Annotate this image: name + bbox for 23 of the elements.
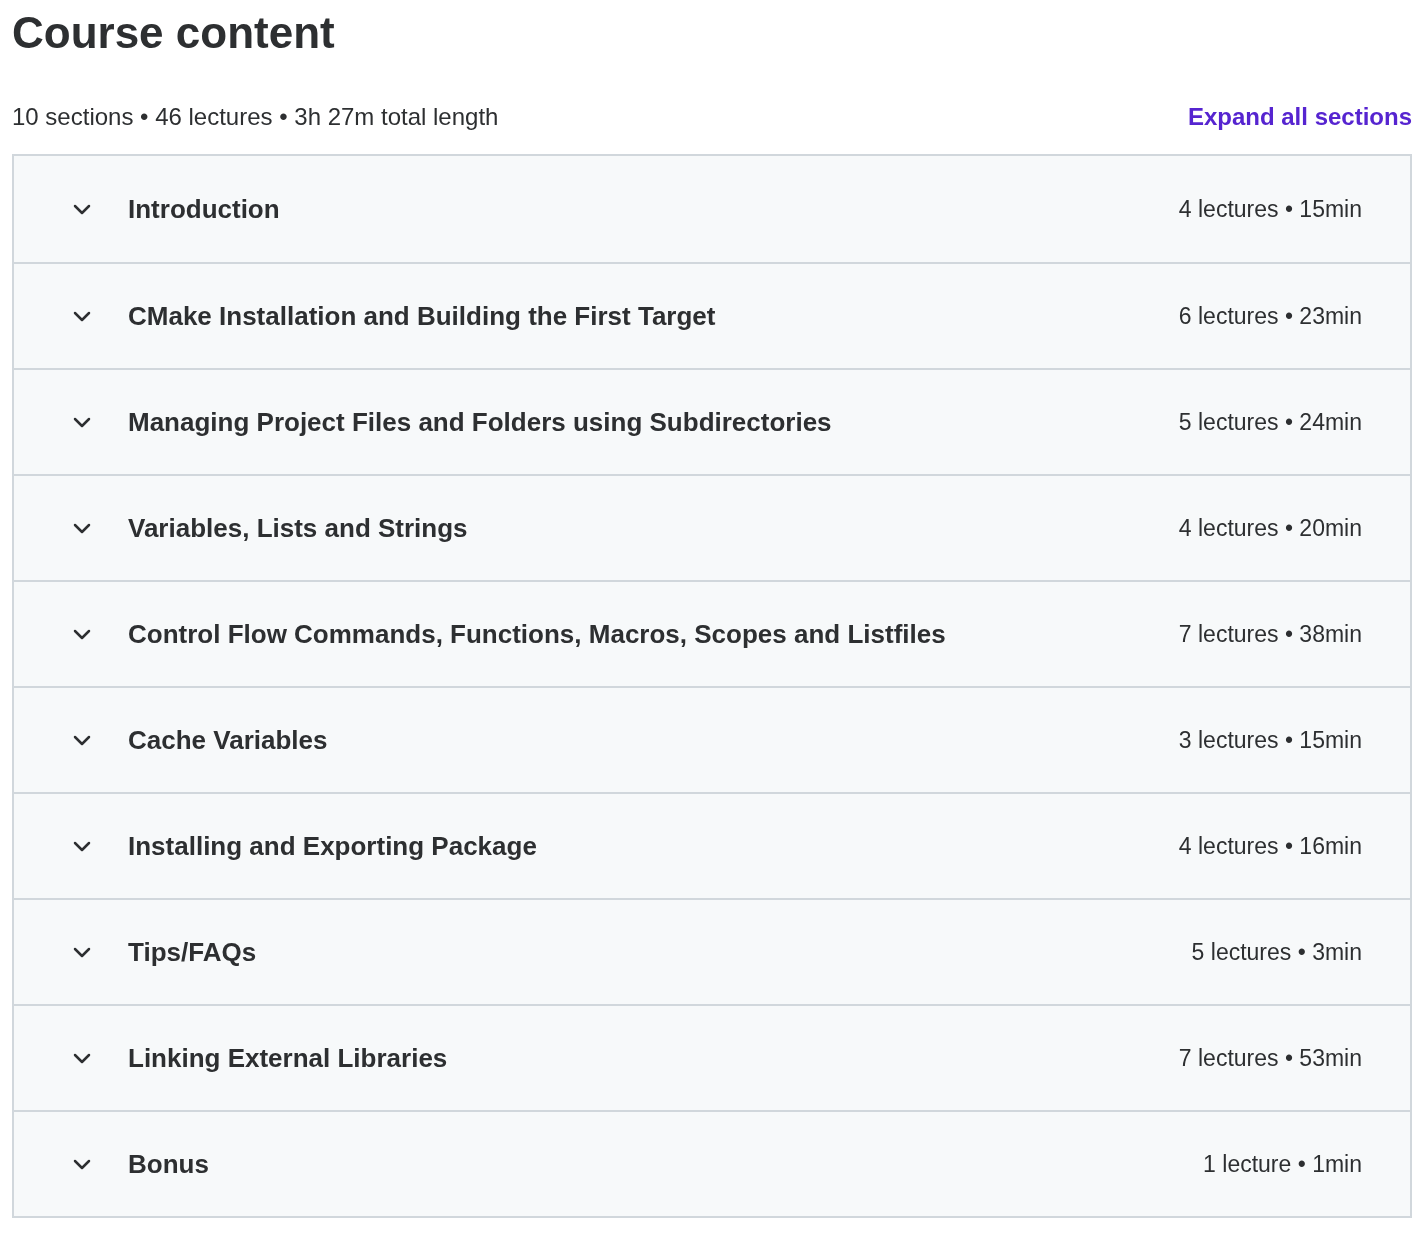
section-meta: 6 lectures • 23min [1178,301,1362,331]
section-meta: 1 lecture • 1min [1203,1149,1362,1179]
course-summary: 10 sections • 46 lectures • 3h 27m total length [12,102,499,132]
section-meta: 5 lectures • 3min [1191,937,1362,967]
section-meta: 4 lectures • 20min [1178,513,1362,543]
section-title: Variables, Lists and Strings [128,511,468,545]
section-title: Managing Project Files and Folders using Subdirectories [128,405,832,439]
section-meta: 7 lectures • 38min [1178,619,1362,649]
section-title: Linking External Libraries [128,1041,448,1075]
section-meta: 7 lectures • 53min [1178,1043,1362,1073]
section-meta: 4 lectures • 16min [1178,831,1362,861]
section-meta: 3 lectures • 15min [1178,725,1362,755]
section-meta: 4 lectures • 15min [1178,194,1362,224]
page-title: Course content [12,7,335,59]
section-title: Installing and Exporting Package [128,829,537,863]
section-title: Control Flow Commands, Functions, Macros, Scopes and Listfiles [128,617,946,651]
section-title: Tips/FAQs [128,935,257,969]
expand-all-link[interactable]: Expand all sections [1187,99,1412,135]
section-title: Bonus [128,1147,209,1181]
section-title: Introduction [128,192,280,226]
section-title: Cache Variables [128,723,328,757]
section-meta: 5 lectures • 24min [1178,407,1362,437]
section-title: CMake Installation and Building the First Target [128,299,716,333]
